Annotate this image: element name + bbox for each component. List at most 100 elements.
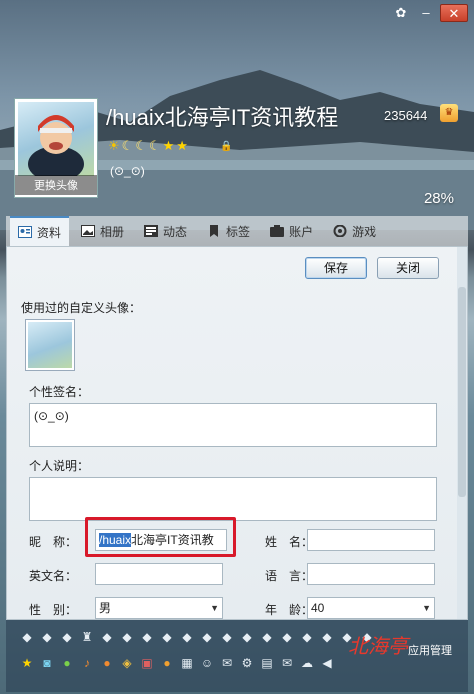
game-icon[interactable]: ● xyxy=(100,656,114,670)
level-badges: ☀ ☾ ☾ ☾ ★ ★ 🔒 xyxy=(108,138,232,154)
minimize-button[interactable]: – xyxy=(415,4,437,22)
language-field[interactable] xyxy=(307,563,435,585)
english-name-label: 英文名： xyxy=(29,569,78,583)
diamond-icon[interactable]: ◆ xyxy=(160,630,174,644)
toolbar-row-2: ★ ◙ ● ♪ ● ◈ ▣ ● ▦ ☺ ✉ ⚙ ▤ ✉ ☁ ◀ xyxy=(20,656,334,670)
skin-icon[interactable]: ✿ xyxy=(390,4,412,22)
tab-tags[interactable]: 标签 xyxy=(199,217,258,245)
moon-icon: ☾ xyxy=(148,138,161,153)
window-controls: ✿ – ✕ xyxy=(390,4,468,22)
wallet-icon xyxy=(270,225,285,237)
save-button[interactable]: 保存 xyxy=(305,257,367,279)
toolbar-row-1: ◆ ◆ ◆ ♜ ◆ ◆ ◆ ◆ ◆ ◆ ◆ ◆ ◆ ◆ ◆ ◆ ◆ ◆ xyxy=(20,630,374,644)
tab-label: 账户 xyxy=(289,224,314,239)
intro-textarea[interactable] xyxy=(29,477,437,521)
calendar-icon[interactable]: ▦ xyxy=(180,656,194,670)
chart-icon[interactable]: ▤ xyxy=(260,656,274,670)
profile-card-icon xyxy=(18,226,32,238)
qq-profile-window: ✿ – ✕ 更换头像 /huaix北海亭IT资讯教程 235644 ♛ ☀ ☾ … xyxy=(0,0,474,694)
diamond-icon[interactable]: ◆ xyxy=(320,630,334,644)
star-icon[interactable]: ★ xyxy=(20,656,34,670)
nickname-label: 昵 称： xyxy=(29,535,78,549)
app-icon[interactable]: ◙ xyxy=(40,656,54,670)
watermark-logo: 北海亭 xyxy=(348,634,408,658)
diamond-icon[interactable]: ◆ xyxy=(100,630,114,644)
tab-label: 动态 xyxy=(163,224,188,239)
tab-label: 相册 xyxy=(100,224,125,239)
tab-account[interactable]: 账户 xyxy=(262,217,321,245)
trophy-icon[interactable]: ♜ xyxy=(80,630,94,644)
app-manage-link[interactable]: 应用管理 xyxy=(408,642,452,658)
age-value: 40 xyxy=(311,601,325,615)
avatar-image xyxy=(18,102,94,176)
moon-icon: ☾ xyxy=(121,138,134,153)
mail-icon[interactable]: ✉ xyxy=(220,656,234,670)
pet-icon[interactable]: ● xyxy=(160,656,174,670)
name-field[interactable] xyxy=(307,529,435,551)
tab-feed[interactable]: 动态 xyxy=(136,217,195,245)
smile-icon[interactable]: ☺ xyxy=(200,656,214,670)
tab-profile[interactable]: 资料 xyxy=(10,216,70,246)
english-name-field[interactable] xyxy=(95,563,223,585)
diamond-icon[interactable]: ◆ xyxy=(180,630,194,644)
diamond-icon[interactable]: ◆ xyxy=(280,630,294,644)
shield-icon[interactable]: ◈ xyxy=(120,656,134,670)
gender-value: 男 xyxy=(99,601,112,615)
nickname-highlight-box xyxy=(85,517,236,557)
tab-games[interactable]: 游戏 xyxy=(325,217,384,245)
scrollbar-thumb[interactable] xyxy=(458,287,466,497)
bottom-toolbar: ◆ ◆ ◆ ♜ ◆ ◆ ◆ ◆ ◆ ◆ ◆ ◆ ◆ ◆ ◆ ◆ ◆ ◆ ★ ◙ … xyxy=(6,620,468,692)
qq-number: 235644 xyxy=(384,108,428,123)
diamond-icon[interactable]: ◆ xyxy=(140,630,154,644)
photo-album-icon xyxy=(81,225,96,237)
tab-label: 资料 xyxy=(37,225,62,240)
bookmark-icon xyxy=(207,225,221,237)
tab-album[interactable]: 相册 xyxy=(73,217,132,245)
used-avatar-thumbnail[interactable] xyxy=(25,319,75,371)
profile-signature: (⊙_⊙) xyxy=(110,164,145,178)
arrow-icon[interactable]: ◀ xyxy=(320,656,334,670)
action-buttons: 保存 关闭 xyxy=(305,257,439,279)
profile-panel: 保存 关闭 使用过的自定义头像： 个性签名： (⊙_⊙) 个人说明： 昵 称： … xyxy=(6,246,468,620)
mail-icon[interactable]: ✉ xyxy=(280,656,294,670)
lock-icon: 🔒 xyxy=(219,140,233,152)
qq-vip-icon[interactable]: ♛ xyxy=(440,104,458,122)
close-window-button[interactable]: ✕ xyxy=(440,4,468,22)
profile-tabs: 资料 相册 动态 标签 账户 游戏 xyxy=(6,216,468,246)
close-button[interactable]: 关闭 xyxy=(377,257,439,279)
diamond-icon[interactable]: ◆ xyxy=(300,630,314,644)
sun-icon: ☀ xyxy=(108,138,120,153)
diamond-icon[interactable]: ◆ xyxy=(120,630,134,644)
diamond-icon[interactable]: ◆ xyxy=(40,630,54,644)
moon-icon: ☾ xyxy=(135,138,147,153)
signature-textarea[interactable]: (⊙_⊙) xyxy=(29,403,437,447)
gender-label: 性 别： xyxy=(29,603,78,617)
profile-completeness: 28% xyxy=(423,190,454,207)
diamond-icon[interactable]: ◆ xyxy=(260,630,274,644)
tab-label: 标签 xyxy=(226,224,251,239)
diamond-icon[interactable]: ◆ xyxy=(220,630,234,644)
profile-nickname: /huaix北海亭IT资讯教程 xyxy=(106,105,339,130)
gender-select[interactable]: 男 ▼ xyxy=(95,597,223,619)
diamond-icon[interactable]: ◆ xyxy=(60,630,74,644)
change-avatar-label[interactable]: 更换头像 xyxy=(15,175,97,195)
avatar[interactable]: 更换头像 xyxy=(14,98,98,198)
settings-icon[interactable]: ⚙ xyxy=(240,656,254,670)
panel-scrollbar[interactable] xyxy=(457,247,467,619)
gift-icon[interactable]: ▣ xyxy=(140,656,154,670)
cloud-icon[interactable]: ☁ xyxy=(300,656,314,670)
age-select[interactable]: 40 ▼ xyxy=(307,597,435,619)
diamond-icon[interactable]: ◆ xyxy=(240,630,254,644)
language-label: 语 言： xyxy=(265,569,314,583)
signature-label: 个性签名： xyxy=(29,385,90,399)
name-label: 姓 名： xyxy=(265,535,314,549)
music-icon[interactable]: ♪ xyxy=(80,656,94,670)
chat-icon[interactable]: ● xyxy=(60,656,74,670)
intro-label: 个人说明： xyxy=(29,459,90,473)
chevron-down-icon: ▼ xyxy=(210,603,219,613)
diamond-icon[interactable]: ◆ xyxy=(20,630,34,644)
tab-label: 游戏 xyxy=(352,224,377,239)
feed-icon xyxy=(144,225,159,237)
diamond-icon[interactable]: ◆ xyxy=(200,630,214,644)
star-icon: ★ xyxy=(162,138,175,153)
